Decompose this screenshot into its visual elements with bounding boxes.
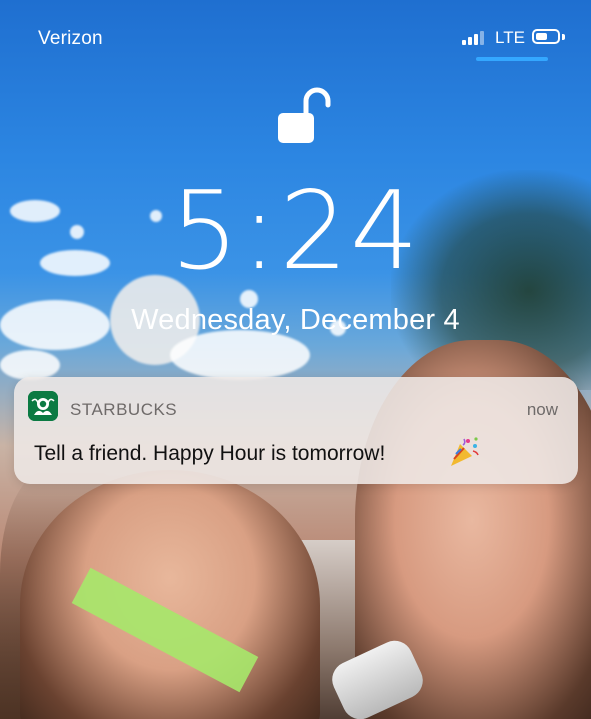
lock-screen-time: 5:24 [170,169,421,294]
notification-card[interactable]: STARBUCKS now Tell a friend. Happy Hour … [14,377,578,484]
foam-splash [170,330,310,380]
battery-level-fill [536,33,547,40]
person-left [20,470,320,719]
notification-message: Tell a friend. Happy Hour is tomorrow! [34,442,386,465]
signal-bars-icon [462,31,484,45]
status-bar: Verizon LTE [0,0,591,70]
notification-app-name: STARBUCKS [70,400,178,419]
notification-timestamp: now [526,400,558,419]
starbucks-siren-logo-icon [28,391,58,421]
foam-splash [0,350,60,380]
battery-nub [562,34,565,40]
unlocked-padlock-icon[interactable] [276,85,336,147]
battery-icon [532,29,560,44]
notification-header: STARBUCKS now [14,377,578,431]
lock-screen-date: Wednesday, December 4 [131,304,460,336]
party-popper-icon [447,435,481,469]
network-type: LTE [495,28,525,47]
carrier-name: Verizon [38,28,103,49]
control-center-indicator[interactable] [476,57,548,61]
